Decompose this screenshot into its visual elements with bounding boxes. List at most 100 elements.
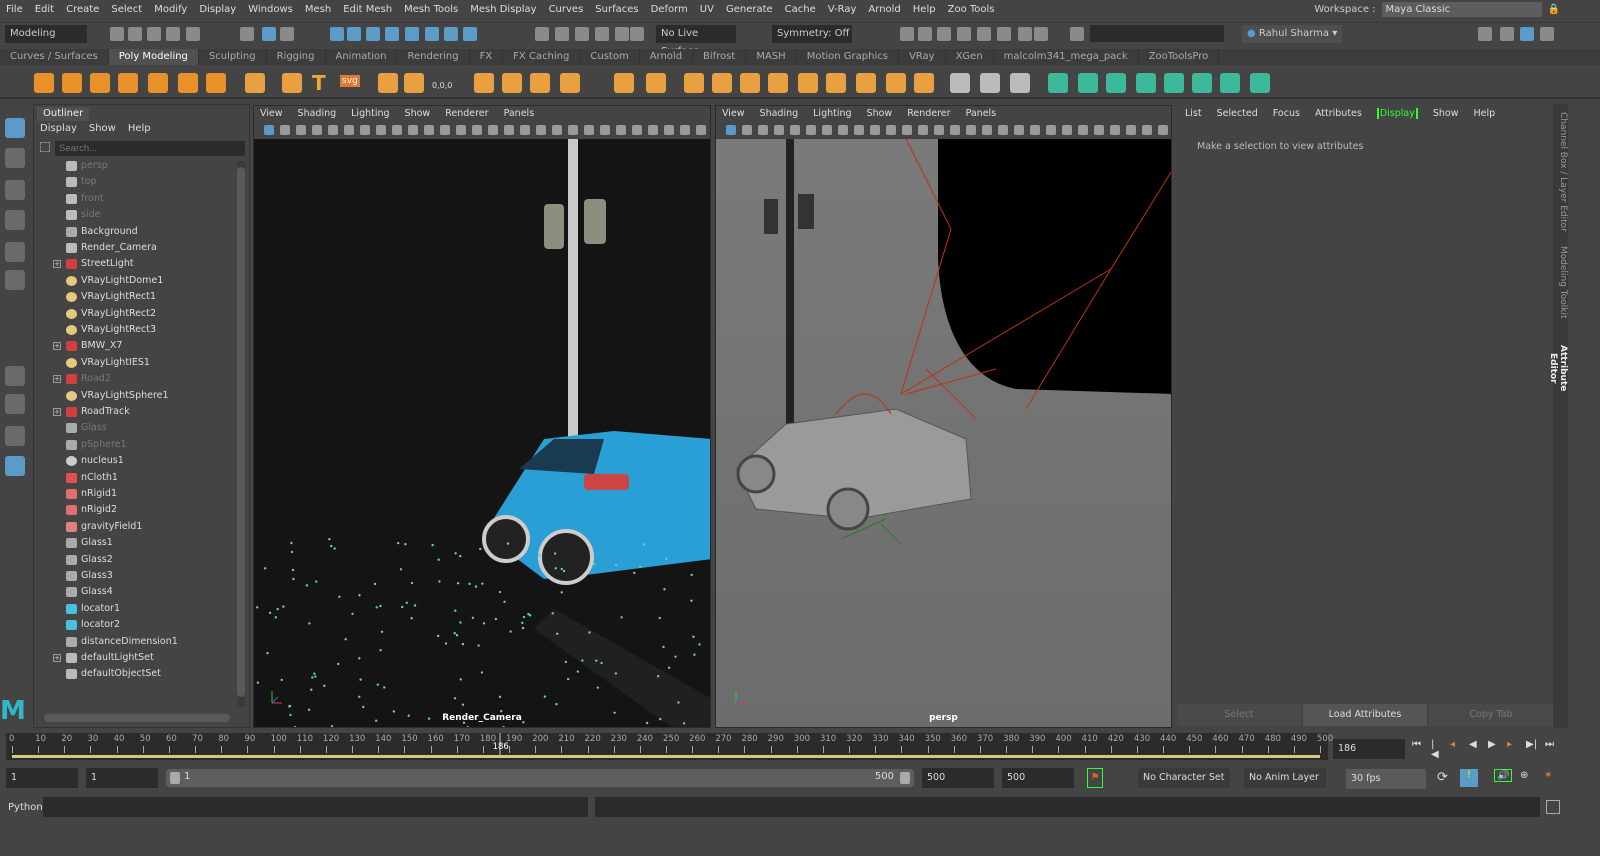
tool-icon[interactable] xyxy=(5,242,25,262)
viewport-tool-icon[interactable] xyxy=(774,125,784,135)
viewport-render-camera[interactable]: View Shading Lighting Show Renderer Panels Re… xyxy=(253,105,711,728)
outliner-menu-display[interactable]: Display xyxy=(40,123,77,134)
svg-tool-icon[interactable]: svg xyxy=(340,75,360,87)
shelf-tab-rigging[interactable]: Rigging xyxy=(267,49,326,65)
anim-layer-dropdown[interactable]: No Anim Layer xyxy=(1244,768,1326,788)
shelf-tool-icon[interactable] xyxy=(1078,73,1098,93)
viewport-tool-icon[interactable] xyxy=(344,125,354,135)
viewport-tool-icon[interactable] xyxy=(806,125,816,135)
viewport-tool-icon[interactable] xyxy=(584,125,594,135)
status-line-tool-icon[interactable] xyxy=(240,27,254,41)
outliner-item-nrigid2[interactable]: nRigid2 xyxy=(34,502,234,518)
viewport-tool-icon[interactable] xyxy=(424,125,434,135)
viewport-tool-icon[interactable] xyxy=(886,125,896,135)
shelf-tab-sculpting[interactable]: Sculpting xyxy=(199,49,267,65)
status-line-tool-icon[interactable] xyxy=(1540,27,1554,41)
menu-mesh-tools[interactable]: Mesh Tools xyxy=(398,4,464,15)
status-line-tool-icon[interactable] xyxy=(977,27,991,41)
status-line-tool-icon[interactable] xyxy=(385,27,399,41)
current-frame-field[interactable]: 186 xyxy=(1333,739,1405,759)
shelf-tool-icon[interactable] xyxy=(178,73,198,93)
viewport-menu-show[interactable]: Show xyxy=(867,108,893,119)
outliner-item-vraylightdome1[interactable]: VRayLightDome1 xyxy=(34,273,234,289)
fps-dropdown[interactable]: 30 fps xyxy=(1346,769,1426,789)
command-language-label[interactable]: Python xyxy=(8,802,43,813)
shelf-tool-icon[interactable] xyxy=(90,73,110,93)
shelf-tool-icon[interactable] xyxy=(1010,73,1030,93)
outliner-item-distancedimension1[interactable]: distanceDimension1 xyxy=(34,634,234,650)
viewport-tool-icon[interactable] xyxy=(456,125,466,135)
tab-attribute-editor[interactable]: Attribute Editor xyxy=(1548,332,1568,404)
outliner-item-glass[interactable]: Glass xyxy=(34,420,234,436)
menu-deform[interactable]: Deform xyxy=(645,4,694,15)
viewport-menu-view[interactable]: View xyxy=(260,108,283,119)
shelf-tool-icon[interactable] xyxy=(646,73,666,93)
user-account-dropdown[interactable]: ● Rahul Sharma ▾ xyxy=(1242,25,1342,43)
shelf-tool-icon[interactable] xyxy=(530,73,550,93)
viewport-tool-icon[interactable] xyxy=(790,125,800,135)
shelf-tool-icon[interactable] xyxy=(1164,73,1184,93)
viewport-tool-icon[interactable] xyxy=(648,125,658,135)
menu-windows[interactable]: Windows xyxy=(242,4,299,15)
shelf-tool-icon[interactable] xyxy=(34,73,54,93)
step-forward-frame-button[interactable]: ▶| xyxy=(1526,740,1537,750)
viewport-tool-icon[interactable] xyxy=(696,125,706,135)
status-line-tool-icon[interactable] xyxy=(425,27,439,41)
outliner-item-background[interactable]: Background xyxy=(34,224,234,240)
tool-icon[interactable] xyxy=(5,426,25,446)
menu-set-dropdown[interactable]: Modeling xyxy=(5,25,87,43)
viewport-tool-icon[interactable] xyxy=(982,125,992,135)
play-forwards-button[interactable]: ▶ xyxy=(1488,740,1498,750)
viewport-tool-icon[interactable] xyxy=(488,125,498,135)
status-line-tool-icon[interactable] xyxy=(1070,27,1084,41)
viewport-tool-icon[interactable] xyxy=(1094,125,1104,135)
status-line-tool-icon[interactable] xyxy=(347,27,361,41)
viewport-tool-icon[interactable] xyxy=(934,125,944,135)
viewport-tool-icon[interactable] xyxy=(280,125,290,135)
shelf-tab-rendering[interactable]: Rendering xyxy=(397,49,470,65)
viewport-tool-icon[interactable] xyxy=(296,125,306,135)
menu-arnold[interactable]: Arnold xyxy=(862,4,906,15)
expand-icon[interactable]: + xyxy=(53,342,61,351)
status-line-tool-icon[interactable] xyxy=(937,27,951,41)
character-icon[interactable]: ✶ xyxy=(1544,770,1552,781)
viewport-tool-icon[interactable] xyxy=(408,125,418,135)
tool-icon[interactable] xyxy=(5,148,25,168)
viewport-tool-icon[interactable] xyxy=(1062,125,1072,135)
outliner-item-roadtrack[interactable]: + RoadTrack xyxy=(34,404,234,420)
shelf-tool-icon[interactable] xyxy=(148,73,168,93)
quick-select-field[interactable] xyxy=(1090,25,1224,42)
shelf-tool-icon[interactable] xyxy=(1220,73,1240,93)
tool-icon[interactable] xyxy=(5,394,25,414)
status-line-tool-icon[interactable] xyxy=(1478,27,1492,41)
attr-menu-selected[interactable]: Selected xyxy=(1217,108,1258,119)
shelf-tool-icon[interactable] xyxy=(502,73,522,93)
outliner-vertical-scrollbar[interactable] xyxy=(237,161,245,707)
menu-mesh[interactable]: Mesh xyxy=(299,4,337,15)
step-back-key-button[interactable]: ◂ xyxy=(1450,740,1460,750)
outliner-item-persp[interactable]: persp xyxy=(34,158,234,174)
symmetry-dropdown[interactable]: Symmetry: Off xyxy=(772,25,852,43)
tool-icon[interactable] xyxy=(5,366,25,386)
expand-icon[interactable]: + xyxy=(53,408,61,416)
range-start-handle[interactable] xyxy=(170,772,180,784)
outliner-item-render-camera[interactable]: Render_Camera xyxy=(34,240,234,256)
viewport-menu-show[interactable]: Show xyxy=(405,108,431,119)
viewport-tool-icon[interactable] xyxy=(504,125,514,135)
workspace-dropdown[interactable]: Maya Classic xyxy=(1381,2,1542,17)
menu-mesh-display[interactable]: Mesh Display xyxy=(464,4,542,15)
viewport-tool-icon[interactable] xyxy=(726,125,736,135)
viewport-tool-icon[interactable] xyxy=(1014,125,1024,135)
play-backwards-button[interactable]: ◀ xyxy=(1469,740,1479,750)
status-line-tool-icon[interactable] xyxy=(918,27,932,41)
anim-prefs-icon[interactable]: ⊕ xyxy=(1520,770,1528,781)
viewport-menu-lighting[interactable]: Lighting xyxy=(351,108,389,119)
status-line-tool-icon[interactable] xyxy=(366,27,380,41)
status-line-tool-icon[interactable] xyxy=(186,27,200,41)
shelf-tool-icon[interactable] xyxy=(798,73,818,93)
shelf-tab-motion-graphics[interactable]: Motion Graphics xyxy=(797,49,899,65)
viewport-tool-icon[interactable] xyxy=(1126,125,1136,135)
viewport-tool-icon[interactable] xyxy=(1030,125,1040,135)
outliner-item-psphere1[interactable]: pSphere1 xyxy=(34,437,234,453)
shelf-tab-poly-modeling[interactable]: Poly Modeling xyxy=(108,49,199,65)
